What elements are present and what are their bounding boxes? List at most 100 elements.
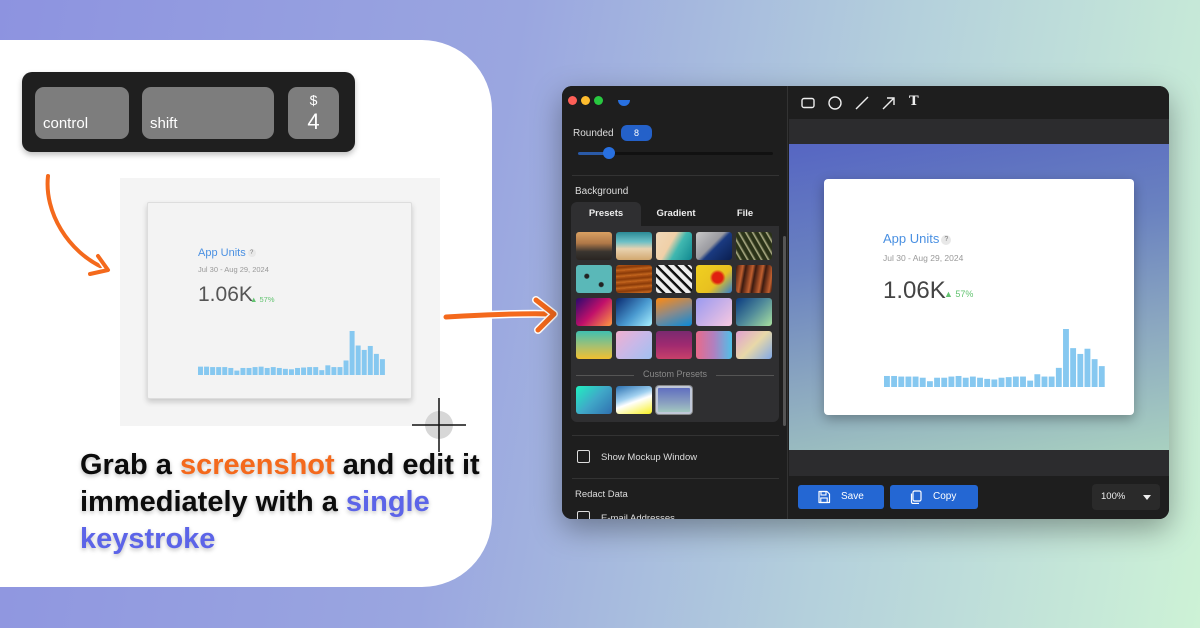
bar-jul-31 [891,375,898,387]
preset-swatch-aqua-blue[interactable] [576,386,612,414]
redact-data-label: Redact Data [575,489,628,500]
tab-presets[interactable]: Presets [571,202,641,226]
preset-swatch-pink-periwinkle[interactable] [616,331,652,359]
canvas-margin-top [789,119,1169,144]
widget-title: App Units? [198,247,256,259]
bar-aug-19 [319,370,325,375]
bar-aug-27 [1084,348,1091,387]
bar-aug-24 [349,331,355,375]
text-tool-icon[interactable]: T [909,94,925,110]
preset-swatch-canyon[interactable] [736,265,772,293]
bar-aug-18 [1020,376,1026,387]
bar-aug-5 [234,370,240,375]
scrolled-slider-knob [618,100,630,106]
preset-swatch-magenta[interactable] [656,331,692,359]
close-window-button[interactable] [568,96,577,105]
preset-swatch-teal-yellow[interactable] [576,331,612,359]
preset-swatch-navy-cyan[interactable] [616,298,652,326]
preset-swatch-blue-building[interactable] [696,232,732,260]
preset-swatch-desert-sunset[interactable] [576,232,612,260]
preset-swatch-lavender-pink[interactable] [696,298,732,326]
widget-date-range: Jul 30 - Aug 29, 2024 [198,265,269,274]
bar-aug-21 [331,367,337,375]
tab-gradient[interactable]: Gradient [641,202,711,226]
maximize-window-button[interactable] [594,96,603,105]
circle-tool-icon[interactable] [827,95,843,111]
key-label: control [43,115,89,132]
copy-button[interactable]: Copy [890,485,978,509]
preview-canvas[interactable]: App Units? Jul 30 - Aug 29, 2024 1.06K ▲… [789,144,1169,450]
help-icon: ? [941,234,952,245]
arrow-tool-icon[interactable] [881,95,897,111]
slider-knob[interactable] [603,147,616,159]
preset-swatch-orange-blue[interactable] [656,298,692,326]
bar-aug-15 [998,377,1005,387]
minimize-window-button[interactable] [581,96,590,105]
bar-aug-4 [919,377,926,387]
preset-swatch-zigzag[interactable] [656,265,692,293]
app-window: Rounded 8 Background Presets Gradient Fi… [562,86,1169,519]
preset-swatch-purple-orange[interactable] [576,298,612,326]
bar-jul-31 [204,366,210,375]
preset-swatch-sand-dunes[interactable] [616,265,652,293]
chevron-down-icon [1143,495,1151,500]
widget-value: 1.06K [198,283,253,306]
preset-swatch-yellow-abstract[interactable] [696,265,732,293]
key-4: $ 4 [288,87,339,139]
window-controls [568,92,607,110]
bar-aug-12 [977,377,983,387]
zoom-select[interactable]: 100% [1092,484,1160,510]
bar-aug-23 [1055,367,1062,387]
keyboard-shortcut: control shift $ 4 [22,72,355,152]
preview-widget: App Units? Jul 30 - Aug 29, 2024 1.06K ▲… [824,179,1134,415]
background-tabs: Presets Gradient File [571,202,779,226]
bar-aug-13 [984,378,991,387]
bar-aug-7 [246,367,252,375]
preset-swatch-blue-green[interactable] [736,298,772,326]
bar-aug-11 [270,367,276,375]
bar-aug-4 [228,367,234,375]
bar-aug-16 [301,367,307,375]
preset-swatch-periwinkle-sage[interactable] [656,386,692,414]
bar-aug-10 [962,377,969,387]
bar-jul-30 [884,375,890,387]
captured-widget: App Units? Jul 30 - Aug 29, 2024 1.06K ▲… [147,202,412,399]
preset-swatch-iridescent[interactable] [736,331,772,359]
rectangle-tool-icon[interactable] [800,95,816,111]
bar-aug-15 [295,367,301,375]
preset-swatch-palm-leaves[interactable] [736,232,772,260]
bar-aug-23 [343,360,349,375]
save-button[interactable]: Save [798,485,884,509]
bar-aug-29 [379,359,385,375]
preset-swatch-aerial-shore[interactable] [656,232,692,260]
sidebar-scrollbar[interactable] [783,236,786,426]
bar-aug-21 [1041,376,1048,387]
preset-swatch-pink-sky[interactable] [696,331,732,359]
headline-text: Grab a [80,449,180,481]
rounded-value-badge: 8 [621,125,652,141]
line-tool-icon[interactable] [854,95,870,111]
crosshair-cursor-icon [412,398,466,452]
email-redact-checkbox[interactable] [577,511,590,519]
key-shift-symbol: $ [309,92,318,108]
widget-title: App Units? [883,231,952,246]
right-arrow-icon [442,296,558,334]
bar-aug-14 [288,369,294,375]
bar-aug-25 [1070,348,1077,387]
key-control: control [35,87,129,139]
show-mockup-checkbox[interactable] [577,450,590,463]
divider [572,435,779,436]
zoom-value: 100% [1101,491,1126,502]
rounded-slider[interactable] [578,147,773,159]
curved-arrow-icon [44,172,112,278]
widget-date-range: Jul 30 - Aug 29, 2024 [883,253,964,263]
preset-swatch-teal-pattern[interactable] [576,265,612,293]
show-mockup-label: Show Mockup Window [601,452,698,463]
preset-swatch-blue-white-yellow[interactable] [616,386,652,414]
bar-aug-22 [1048,376,1055,387]
tab-file[interactable]: File [711,202,779,226]
help-icon: ? [247,249,256,258]
headline: Grab a screenshot and edit it immediatel… [80,447,480,558]
preset-swatch-beach-waves[interactable] [616,232,652,260]
bar-aug-6 [934,377,941,387]
